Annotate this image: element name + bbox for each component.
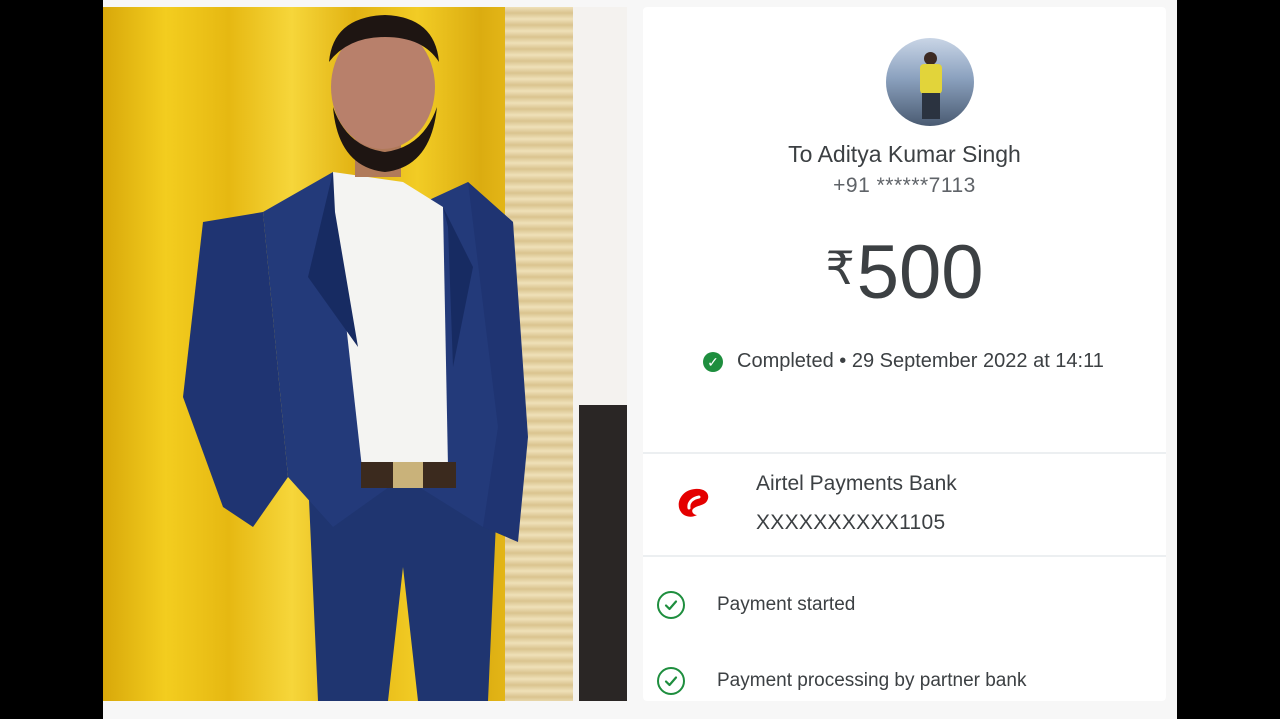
recipient-avatar[interactable] xyxy=(886,38,974,126)
divider xyxy=(643,555,1166,557)
currency-symbol: ₹ xyxy=(825,242,855,294)
recipient-phone: +91 ******7113 xyxy=(833,174,976,197)
status-text: Completed • 29 September 2022 at 14:11 xyxy=(737,350,1104,372)
bank-account-number: XXXXXXXXXX1105 xyxy=(756,511,946,534)
person-photo xyxy=(103,7,627,701)
payment-status: ✓ Completed • 29 September 2022 at 14:11 xyxy=(703,350,1104,373)
person-figure xyxy=(183,15,528,701)
payment-amount: ₹500 xyxy=(643,229,1166,316)
payment-receipt-card: To Aditya Kumar Singh +91 ******7113 ₹50… xyxy=(643,7,1166,701)
recipient-name: To Aditya Kumar Singh xyxy=(788,141,1021,167)
avatar-body xyxy=(920,64,942,94)
check-circle-outline-icon xyxy=(657,667,685,695)
divider xyxy=(643,452,1166,454)
progress-step: Payment processing by partner bank xyxy=(657,667,1026,695)
step-label: Payment started xyxy=(717,594,856,615)
progress-step: Payment started xyxy=(657,591,855,619)
step-label: Payment processing by partner bank xyxy=(717,670,1027,691)
avatar-legs xyxy=(922,93,940,119)
amount-value: 500 xyxy=(856,230,984,315)
check-circle-outline-icon xyxy=(657,591,685,619)
check-circle-filled-icon: ✓ xyxy=(703,351,723,372)
bank-name[interactable]: Airtel Payments Bank xyxy=(756,472,957,496)
airtel-logo-icon xyxy=(671,480,715,524)
